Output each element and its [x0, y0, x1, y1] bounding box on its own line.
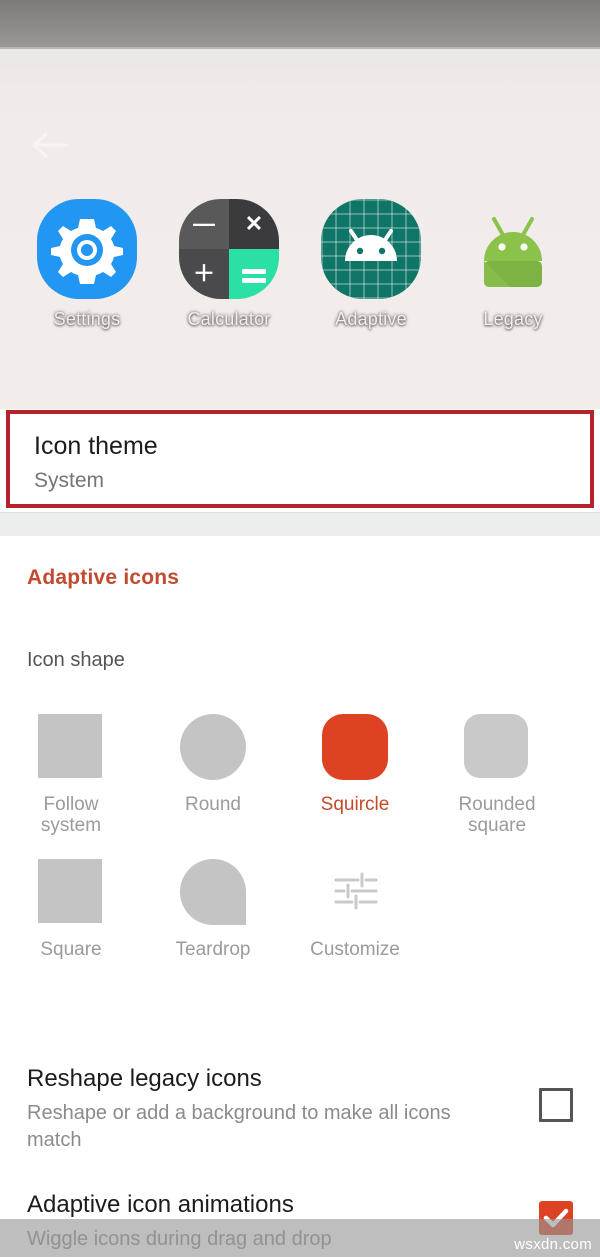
android-robot-icon	[463, 199, 563, 299]
icon-shape-row-1: Follow system Round Squircle Rounded squ…	[0, 706, 600, 837]
calc-quadrant-equals	[229, 249, 279, 299]
circle-shape-icon	[180, 714, 246, 780]
preview-icon-row: Settings — ✕ ＋ Calculator Adaptive Legac…	[0, 199, 600, 330]
section-divider	[0, 512, 600, 536]
shape-cell-empty	[426, 837, 568, 960]
icon-shape-row-2: Square Teardrop Customize	[0, 837, 600, 960]
android-head-grid-icon	[321, 199, 421, 299]
calculator-icon: — ✕ ＋	[179, 199, 279, 299]
shape-option-round[interactable]: Round	[142, 706, 284, 837]
watermark-bar	[0, 1219, 600, 1257]
section-divider-line	[0, 512, 600, 513]
shape-caption: Rounded square	[458, 794, 536, 837]
icon-theme-title: Icon theme	[34, 432, 158, 460]
shape-option-teardrop[interactable]: Teardrop	[142, 837, 284, 960]
gear-glyph	[51, 219, 123, 284]
square-shape-icon	[38, 714, 104, 780]
preview-app-label: Legacy	[483, 309, 543, 329]
preference-summary: Reshape or add a background to make all …	[27, 1102, 451, 1151]
teardrop-shape-icon	[180, 858, 246, 925]
preview-app-calculator[interactable]: — ✕ ＋ Calculator	[166, 199, 292, 330]
sliders-glyph	[334, 872, 378, 910]
calc-quadrant-times: ✕	[229, 199, 279, 249]
calc-quadrant-minus: —	[179, 199, 229, 249]
calc-quadrant-plus: ＋	[179, 249, 229, 299]
preference-reshape-legacy-icons[interactable]: Reshape legacy icons Reshape or add a ba…	[0, 1055, 600, 1151]
checkbox-reshape-legacy-icons[interactable]	[539, 1088, 573, 1122]
settings-gear-icon	[37, 199, 137, 299]
adaptive-icons-section-header: Adaptive icons	[27, 566, 180, 589]
icon-theme-preference[interactable]: Icon theme System	[6, 410, 594, 508]
preview-app-label: Settings	[53, 309, 121, 329]
icon-preview-area: Settings — ✕ ＋ Calculator Adaptive Legac…	[0, 49, 600, 409]
watermark-text: wsxdn.com	[514, 1236, 592, 1253]
shape-option-customize[interactable]: Customize	[284, 837, 426, 960]
preview-app-legacy[interactable]: Legacy	[450, 199, 576, 330]
preview-app-adaptive[interactable]: Adaptive	[308, 199, 434, 330]
app-screen: Settings — ✕ ＋ Calculator Adaptive Legac…	[0, 0, 600, 1257]
shape-caption: Follow system	[40, 794, 102, 837]
preference-title: Adaptive icon animations	[27, 1191, 294, 1218]
preference-title: Reshape legacy icons	[27, 1065, 262, 1092]
android-head-glyph	[345, 229, 397, 261]
shape-caption: Customize	[310, 938, 400, 960]
icon-theme-value: System	[34, 469, 105, 492]
preview-app-label: Calculator	[187, 309, 271, 329]
arrow-left-icon	[32, 132, 68, 158]
shape-option-squircle[interactable]: Squircle	[284, 706, 426, 837]
shape-caption: Teardrop	[175, 938, 251, 960]
shape-caption: Squircle	[320, 794, 390, 815]
shape-option-square[interactable]: Square	[0, 837, 142, 960]
icon-shape-grid: Follow system Round Squircle Rounded squ…	[0, 706, 600, 960]
preview-app-label: Adaptive	[335, 309, 407, 329]
status-bar	[0, 0, 600, 47]
back-button[interactable]	[30, 127, 70, 163]
shape-option-rounded-square[interactable]: Rounded square	[426, 706, 568, 837]
shape-caption: Round	[185, 794, 241, 815]
preview-app-settings[interactable]: Settings	[24, 199, 150, 330]
shape-caption: Square	[40, 938, 102, 960]
shape-option-follow-system[interactable]: Follow system	[0, 706, 142, 837]
android-robot-glyph	[484, 217, 542, 287]
icon-shape-label: Icon shape	[27, 649, 125, 671]
square-shape-icon	[38, 858, 104, 925]
equals-glyph	[242, 269, 266, 283]
squircle-shape-icon	[322, 714, 388, 780]
rounded-square-shape-icon	[464, 714, 530, 780]
sliders-icon	[322, 859, 388, 925]
